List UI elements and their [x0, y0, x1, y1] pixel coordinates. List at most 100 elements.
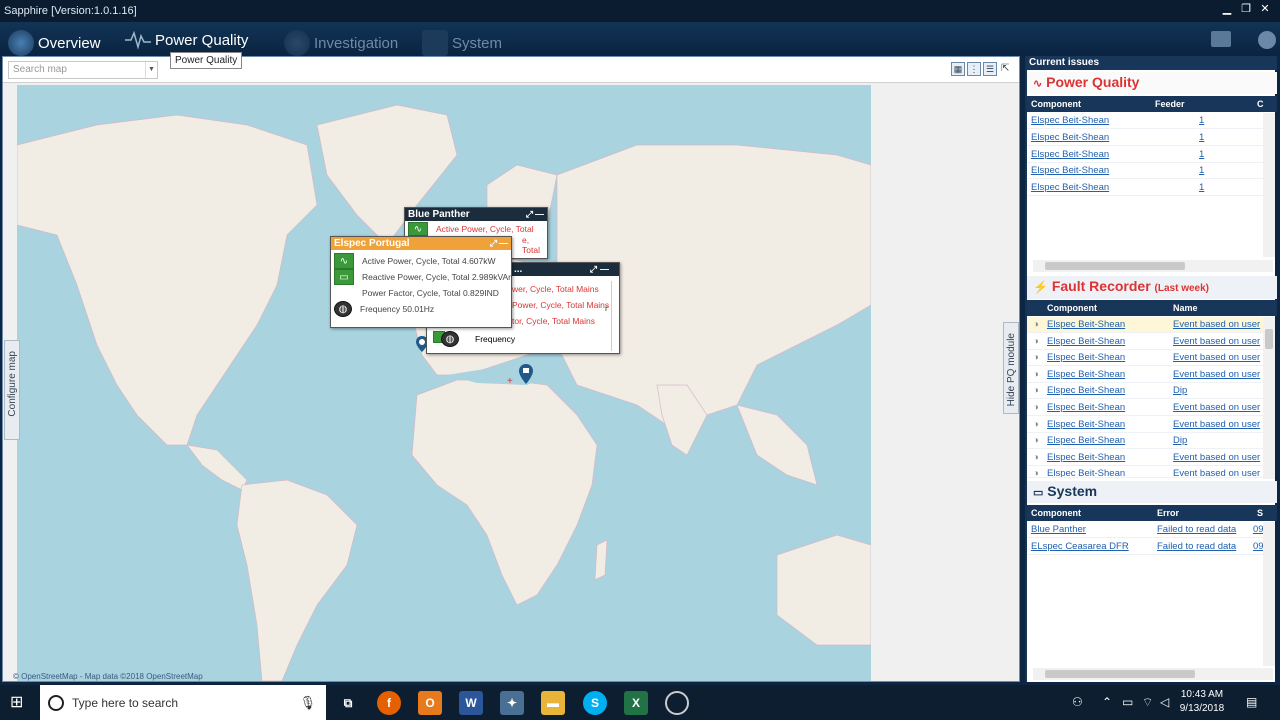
component-link[interactable]: Elspec Beit-Shean — [1047, 433, 1125, 449]
search-map-input[interactable]: Search map ▼ — [8, 61, 158, 79]
configure-map-tab[interactable]: Configure map — [4, 340, 20, 440]
table-row[interactable]: ◑ Elspec Beit-Shean Event based on user — [1027, 417, 1265, 433]
event-name-link[interactable]: Event based on user — [1173, 334, 1260, 350]
restore-icon[interactable]: ❐ — [1237, 0, 1255, 22]
word-icon[interactable]: W — [459, 691, 483, 715]
expand-icon[interactable]: ⤢ — [590, 263, 597, 276]
column-header[interactable]: Name — [1173, 300, 1198, 316]
tree-view-icon[interactable]: ⋮ — [967, 62, 981, 76]
component-link[interactable]: Elspec Beit-Shean — [1047, 350, 1125, 366]
scroll-thumb[interactable] — [1265, 329, 1273, 349]
table-row[interactable]: ◑ Elspec Beit-Shean Event based on user — [1027, 317, 1265, 333]
table-row[interactable]: Elspec Beit-Shean 1 — [1027, 130, 1265, 146]
battery-icon[interactable]: ▭ — [1122, 695, 1133, 709]
clock[interactable]: 10:43 AM 9/13/2018 — [1170, 688, 1234, 716]
windows-start-icon[interactable]: ⊞ — [10, 694, 28, 712]
event-name-link[interactable]: Event based on user — [1173, 466, 1260, 477]
table-row[interactable]: ◑ Elspec Beit-Shean Event based on user — [1027, 334, 1265, 350]
popup-elspec-portugal[interactable]: Elspec Portugal ⤢ — ∿ Active Power, Cycle… — [330, 236, 512, 328]
table-row[interactable]: ◑ Elspec Beit-Shean Dip — [1027, 433, 1265, 449]
component-link[interactable]: Elspec Beit-Shean — [1047, 417, 1125, 433]
column-header[interactable]: Component — [1047, 300, 1097, 316]
feeder-link[interactable]: 1 — [1199, 113, 1204, 129]
gear-icon[interactable] — [1258, 31, 1276, 49]
table-row[interactable]: ◑ Elspec Beit-Shean Event based on user — [1027, 466, 1265, 478]
volume-icon[interactable]: ◁ — [1160, 695, 1169, 709]
microphone-icon[interactable]: 🎙 — [299, 695, 316, 711]
feeder-link[interactable]: 1 — [1199, 163, 1204, 179]
feeder-link[interactable]: 1 — [1199, 180, 1204, 196]
table-row[interactable]: Elspec Beit-Shean 1 — [1027, 147, 1265, 163]
component-link[interactable]: Elspec Beit-Shean — [1031, 163, 1109, 179]
world-map[interactable] — [17, 85, 871, 681]
excel-icon[interactable]: X — [624, 691, 648, 715]
table-row[interactable]: Elspec Beit-Shean 1 — [1027, 113, 1265, 129]
event-name-link[interactable]: Dip — [1173, 433, 1187, 449]
system-vertical-scrollbar[interactable] — [1263, 522, 1275, 666]
error-link[interactable]: Failed to read data — [1157, 522, 1236, 538]
feeder-link[interactable]: 1 — [1199, 130, 1204, 146]
map-view-icon[interactable]: ▦ — [951, 62, 965, 76]
status-link[interactable]: 09 — [1253, 522, 1264, 538]
component-link[interactable]: ELspec Ceasarea DFR — [1031, 539, 1129, 555]
pq-horizontal-scrollbar[interactable] — [1033, 260, 1273, 272]
minimize-icon[interactable]: — — [499, 237, 508, 250]
feeder-link[interactable]: 1 — [1199, 147, 1204, 163]
event-name-link[interactable]: Event based on user — [1173, 350, 1260, 366]
taskbar-search[interactable]: Type here to search 🎙 — [40, 685, 326, 720]
component-link[interactable]: Elspec Beit-Shean — [1047, 383, 1125, 399]
task-view-icon[interactable]: ⧉ — [336, 691, 360, 715]
table-row[interactable]: Blue Panther Failed to read data 09 — [1027, 522, 1265, 538]
component-link[interactable]: Elspec Beit-Shean — [1031, 113, 1109, 129]
system-horizontal-scrollbar[interactable] — [1033, 668, 1273, 680]
people-icon[interactable]: ⚇ — [1072, 695, 1083, 709]
minimize-icon[interactable]: — — [535, 208, 544, 221]
chevron-down-icon[interactable]: ▼ — [145, 62, 157, 78]
table-row[interactable]: Elspec Beit-Shean 1 — [1027, 163, 1265, 179]
minimize-icon[interactable]: — — [600, 263, 609, 276]
map-pin-israel[interactable] — [519, 364, 533, 384]
component-link[interactable]: Elspec Beit-Shean — [1031, 147, 1109, 163]
tab-investigation[interactable]: Investigation — [284, 30, 398, 56]
column-header[interactable]: Component — [1031, 96, 1081, 112]
skype-icon[interactable]: S — [583, 691, 607, 715]
expand-icon[interactable]: ⤢ — [490, 237, 497, 250]
tab-overview[interactable]: Overview — [8, 30, 101, 56]
list-view-icon[interactable]: ☰ — [983, 62, 997, 76]
component-link[interactable]: Blue Panther — [1031, 522, 1086, 538]
fr-vertical-scrollbar[interactable] — [1263, 317, 1275, 479]
pq-vertical-scrollbar[interactable] — [1263, 113, 1275, 257]
component-link[interactable]: Elspec Beit-Shean — [1031, 180, 1109, 196]
component-link[interactable]: Elspec Beit-Shean — [1047, 367, 1125, 383]
event-name-link[interactable]: Event based on user — [1173, 450, 1260, 466]
column-header[interactable]: Component — [1031, 505, 1081, 521]
minimize-icon[interactable]: ▁ — [1218, 0, 1236, 22]
error-link[interactable]: Failed to read data — [1157, 539, 1236, 555]
expand-icon[interactable]: ⤢ — [526, 208, 533, 221]
column-header[interactable]: S — [1257, 505, 1263, 521]
component-link[interactable]: Elspec Beit-Shean — [1047, 466, 1125, 477]
firefox-icon[interactable]: f — [377, 691, 401, 715]
scroll-thumb[interactable] — [1045, 262, 1185, 270]
calendar-icon[interactable] — [1211, 31, 1231, 47]
event-name-link[interactable]: Dip — [1173, 383, 1187, 399]
column-header[interactable]: Error — [1157, 505, 1179, 521]
table-row[interactable]: ◑ Elspec Beit-Shean Event based on user — [1027, 450, 1265, 466]
file-explorer-icon[interactable]: ▬ — [541, 691, 565, 715]
component-link[interactable]: Elspec Beit-Shean — [1047, 450, 1125, 466]
close-icon[interactable]: ✕ — [1256, 0, 1274, 22]
component-link[interactable]: Elspec Beit-Shean — [1031, 130, 1109, 146]
event-name-link[interactable]: Event based on user — [1173, 400, 1260, 416]
table-row[interactable]: ◑ Elspec Beit-Shean Dip — [1027, 383, 1265, 399]
tab-system[interactable]: System — [422, 30, 502, 56]
outlook-icon[interactable]: O — [418, 691, 442, 715]
component-link[interactable]: Elspec Beit-Shean — [1047, 317, 1125, 333]
scroll-thumb[interactable] — [1045, 670, 1195, 678]
tab-power-quality[interactable]: Power Quality — [125, 30, 248, 50]
status-link[interactable]: 09 — [1253, 539, 1264, 555]
column-header[interactable]: Feeder — [1155, 96, 1185, 112]
table-row[interactable]: Elspec Beit-Shean 1 — [1027, 180, 1265, 196]
table-row[interactable]: ◑ Elspec Beit-Shean Event based on user — [1027, 350, 1265, 366]
sapphire-app-icon[interactable]: ✦ — [500, 691, 524, 715]
popout-icon[interactable]: ⇱ — [1001, 63, 1009, 74]
